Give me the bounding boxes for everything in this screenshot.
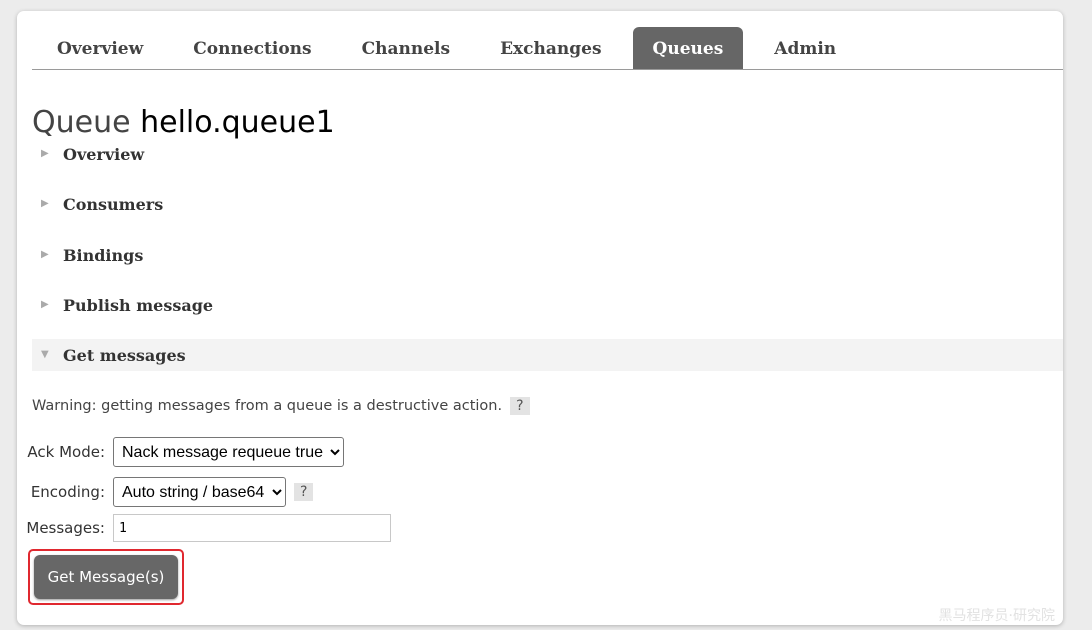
page-panel: Overview Connections Channels Exchanges … <box>17 11 1063 625</box>
section-publish-message[interactable]: ▶ Publish message <box>32 289 1063 321</box>
messages-label: Messages: <box>26 519 105 537</box>
messages-row: Messages: <box>17 514 391 542</box>
messages-count-input[interactable] <box>113 514 391 542</box>
watermark: 黑马程序员·研究院 <box>938 608 1055 624</box>
caret-right-icon: ▶ <box>41 249 49 260</box>
tab-connections[interactable]: Connections <box>168 27 336 69</box>
queue-name: hello.queue1 <box>140 105 335 140</box>
tab-channels[interactable]: Channels <box>337 27 475 69</box>
help-icon[interactable]: ? <box>294 483 314 501</box>
section-label: Overview <box>63 144 145 164</box>
highlight-box: Get Message(s) <box>28 549 184 605</box>
destructive-warning: Warning: getting messages from a queue i… <box>32 397 530 415</box>
page-title: Queue hello.queue1 <box>32 105 335 140</box>
section-overview[interactable]: ▶ Overview <box>32 138 1063 170</box>
section-label: Consumers <box>63 194 164 214</box>
encoding-row: Encoding: Auto string / base64 ? <box>17 477 314 507</box>
help-icon[interactable]: ? <box>510 397 530 415</box>
caret-right-icon: ▶ <box>41 148 49 159</box>
caret-down-icon: ▼ <box>41 349 49 360</box>
get-messages-button[interactable]: Get Message(s) <box>34 555 178 599</box>
section-consumers[interactable]: ▶ Consumers <box>32 188 1063 220</box>
caret-right-icon: ▶ <box>41 299 49 310</box>
encoding-select[interactable]: Auto string / base64 <box>113 477 286 507</box>
tab-overview[interactable]: Overview <box>32 27 168 69</box>
tab-admin[interactable]: Admin <box>749 27 861 69</box>
section-bindings[interactable]: ▶ Bindings <box>32 239 1063 271</box>
section-get-messages[interactable]: ▼ Get messages <box>32 339 1063 371</box>
encoding-label: Encoding: <box>30 483 105 501</box>
tab-queues[interactable]: Queues <box>632 27 744 69</box>
ack-mode-row: Ack Mode: Nack message requeue true <box>17 437 344 467</box>
ack-mode-select[interactable]: Nack message requeue true <box>113 437 344 467</box>
caret-right-icon: ▶ <box>41 198 49 209</box>
warning-text: Warning: getting messages from a queue i… <box>32 398 503 414</box>
main-nav: Overview Connections Channels Exchanges … <box>32 25 1063 70</box>
section-label: Publish message <box>63 295 214 315</box>
ack-mode-label: Ack Mode: <box>27 443 105 461</box>
section-label: Get messages <box>63 345 186 365</box>
section-label: Bindings <box>63 245 144 265</box>
page-title-prefix: Queue <box>32 105 131 140</box>
tab-exchanges[interactable]: Exchanges <box>475 27 626 69</box>
